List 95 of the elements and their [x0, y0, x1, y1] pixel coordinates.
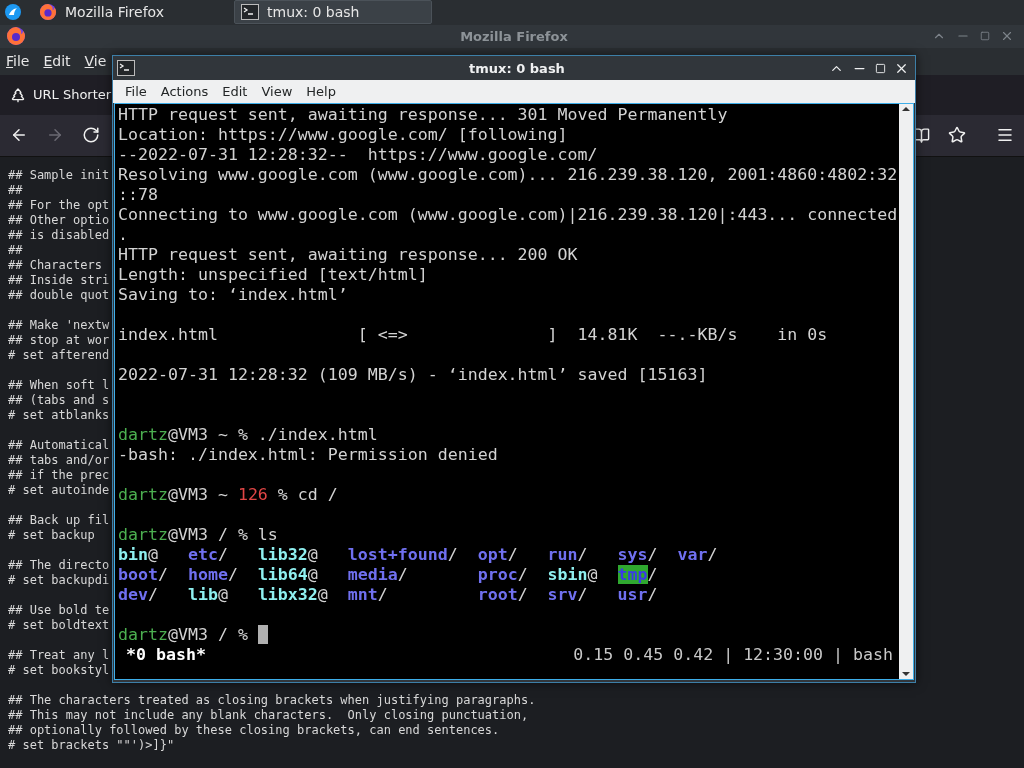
file-entry: opt/: [477, 545, 519, 565]
shell-prompt: dartz@VM3 ~ % ./index.html: [118, 425, 378, 445]
config-comment-line: ## Other optio: [8, 213, 110, 228]
config-comment-line: ## Sample init: [8, 168, 110, 183]
taskbar-task[interactable]: tmux: 0 bash: [234, 0, 432, 25]
config-comment-line: # set boldtext: [8, 618, 110, 633]
config-comment-line: ##: [8, 243, 23, 258]
file-entry: dev/: [118, 585, 159, 605]
terminal-line: 2022-07-31 12:28:32 (109 MB/s) - ‘index.html’ saved [15163]: [118, 365, 708, 385]
config-comment-line: # set autoinde: [8, 483, 110, 498]
shell-prompt: dartz@VM3 / % ls: [118, 525, 278, 545]
config-comment-line: ## optionally followed by these closing brackets, can end sentences.: [8, 723, 500, 738]
bookmark-star-icon[interactable]: [948, 126, 966, 145]
file-entry: sys/: [617, 545, 658, 565]
config-comment-line: # set backupdi: [8, 573, 110, 588]
menu-item[interactable]: Actions: [160, 84, 209, 99]
config-comment-line: ## Automatical: [8, 438, 110, 453]
config-comment-line: ## The directo: [8, 558, 110, 573]
scrollbar[interactable]: [899, 104, 913, 679]
tree-icon: [10, 86, 26, 103]
config-comment-line: ## The characters treated as closing brackets when justifying paragraphs.: [8, 693, 536, 708]
menu-item[interactable]: Vie: [84, 53, 107, 70]
window-title: Mozilla Firefox: [459, 28, 569, 44]
terminal-line: Saving to: ‘index.html’: [118, 285, 348, 305]
window-title: tmux: 0 bash: [468, 60, 566, 76]
terminal-line: HTTP request sent, awaiting response... 200 OK: [118, 245, 578, 265]
config-comment-line: ## if the prec: [8, 468, 110, 483]
tmux-window-label: *0 bash*: [126, 645, 206, 665]
file-entry: libx32@: [257, 585, 328, 605]
config-comment-line: ## tabs and/or: [8, 453, 110, 468]
shell-prompt: dartz@VM3 / %: [118, 625, 268, 645]
terminal-line: .: [118, 225, 128, 245]
menu-item[interactable]: Edit: [222, 84, 248, 99]
config-comment-line: # set bookstyl: [8, 663, 110, 678]
taskbar-task[interactable]: Mozilla Firefox: [32, 0, 230, 25]
menu-item[interactable]: Help: [306, 84, 336, 99]
menu-item[interactable]: File: [6, 53, 30, 70]
file-entry: lib@: [187, 585, 229, 605]
terminal-line: Length: unspecified [text/html]: [118, 265, 428, 285]
file-entry: media/: [347, 565, 409, 585]
file-entry: mnt/: [347, 585, 389, 605]
config-comment-line: ## Treat any l: [8, 648, 110, 663]
terminal-line: Resolving www.google.com (www.google.com)... 216.239.38.120, 2001:4860:4802:32: [118, 165, 898, 185]
file-entry: var/: [677, 545, 718, 565]
terminal-line: Location: https://www.google.com/ [following]: [118, 125, 568, 145]
terminal-line: HTTP request sent, awaiting response... 301 Moved Permanently: [118, 105, 728, 125]
file-entry: lib32@: [257, 545, 319, 565]
terminal-line: -bash: ./index.html: Permission denied: [118, 445, 498, 465]
file-entry: proc/: [477, 565, 528, 585]
config-comment-line: ##: [8, 183, 23, 198]
config-comment-line: ## Use bold te: [8, 603, 110, 618]
config-comment-line: ## (tabs and s: [8, 393, 110, 408]
terminal-line: index.html [ <=> ] 14.81K --.-KB/s in 0s: [118, 325, 828, 345]
reload-button[interactable]: [82, 126, 100, 145]
config-comment-line: # set backup: [8, 528, 95, 543]
file-entry: bin@: [118, 545, 159, 565]
scroll-down-icon[interactable]: [901, 669, 911, 679]
config-comment-line: ## Make 'nextw: [8, 318, 110, 333]
file-entry: sbin@: [547, 565, 598, 585]
file-entry: boot/: [118, 565, 168, 585]
terminal-line: ::78: [118, 185, 158, 205]
config-comment-line: ## Back up fil: [8, 513, 110, 528]
terminal-app-icon: [117, 60, 135, 76]
config-comment-line: # set afterend: [8, 348, 110, 363]
firefox-logo-icon: [39, 3, 57, 22]
firefox-logo-icon: [6, 26, 26, 47]
terminal-line: --2022-07-31 12:28:32-- https://www.google.com/: [118, 145, 598, 165]
file-entry: usr/: [617, 585, 658, 605]
file-entry: lib64@: [257, 565, 319, 585]
file-entry: root/: [477, 585, 528, 605]
menu-item[interactable]: File: [125, 84, 147, 99]
terminal-line: Connecting to www.google.com (www.google.com)|216.239.38.120|:443... connected: [118, 205, 898, 225]
file-entry: srv/: [547, 585, 589, 605]
terminal-icon: [241, 4, 259, 21]
config-comment-line: ## stop at wor: [8, 333, 110, 348]
tmux-status-info: 0.15 0.45 0.42 | 12:30:00 | bash: [573, 645, 893, 665]
file-entry: run/: [547, 545, 589, 565]
file-entry: tmp/: [617, 565, 658, 585]
file-entry: home/: [187, 565, 238, 585]
shell-prompt: dartz@VM3 ~ 126 % cd /: [118, 485, 338, 505]
config-comment-line: ## When soft l: [8, 378, 110, 393]
config-comment-line: ## double quot: [8, 288, 110, 303]
config-comment-line: ## is disabled: [8, 228, 110, 243]
config-comment-line: ## Inside stri: [8, 273, 110, 288]
config-comment-line: # set atblanks: [8, 408, 110, 423]
browser-tab[interactable]: URL Shorter: [8, 79, 112, 110]
config-comment-line: ## Characters: [8, 258, 102, 273]
config-comment-line: ## For the opt: [8, 198, 110, 213]
file-entry: etc/: [187, 545, 229, 565]
config-comment-line: ## This may not include any blank characters. Only closing punctuation,: [8, 708, 529, 723]
config-comment-line: # set brackets ""')>]}": [8, 738, 175, 753]
launcher-icon[interactable]: [4, 3, 22, 22]
menu-item[interactable]: Edit: [43, 53, 71, 70]
file-entry: lost+found/: [347, 545, 458, 565]
menu-item[interactable]: View: [261, 84, 293, 99]
